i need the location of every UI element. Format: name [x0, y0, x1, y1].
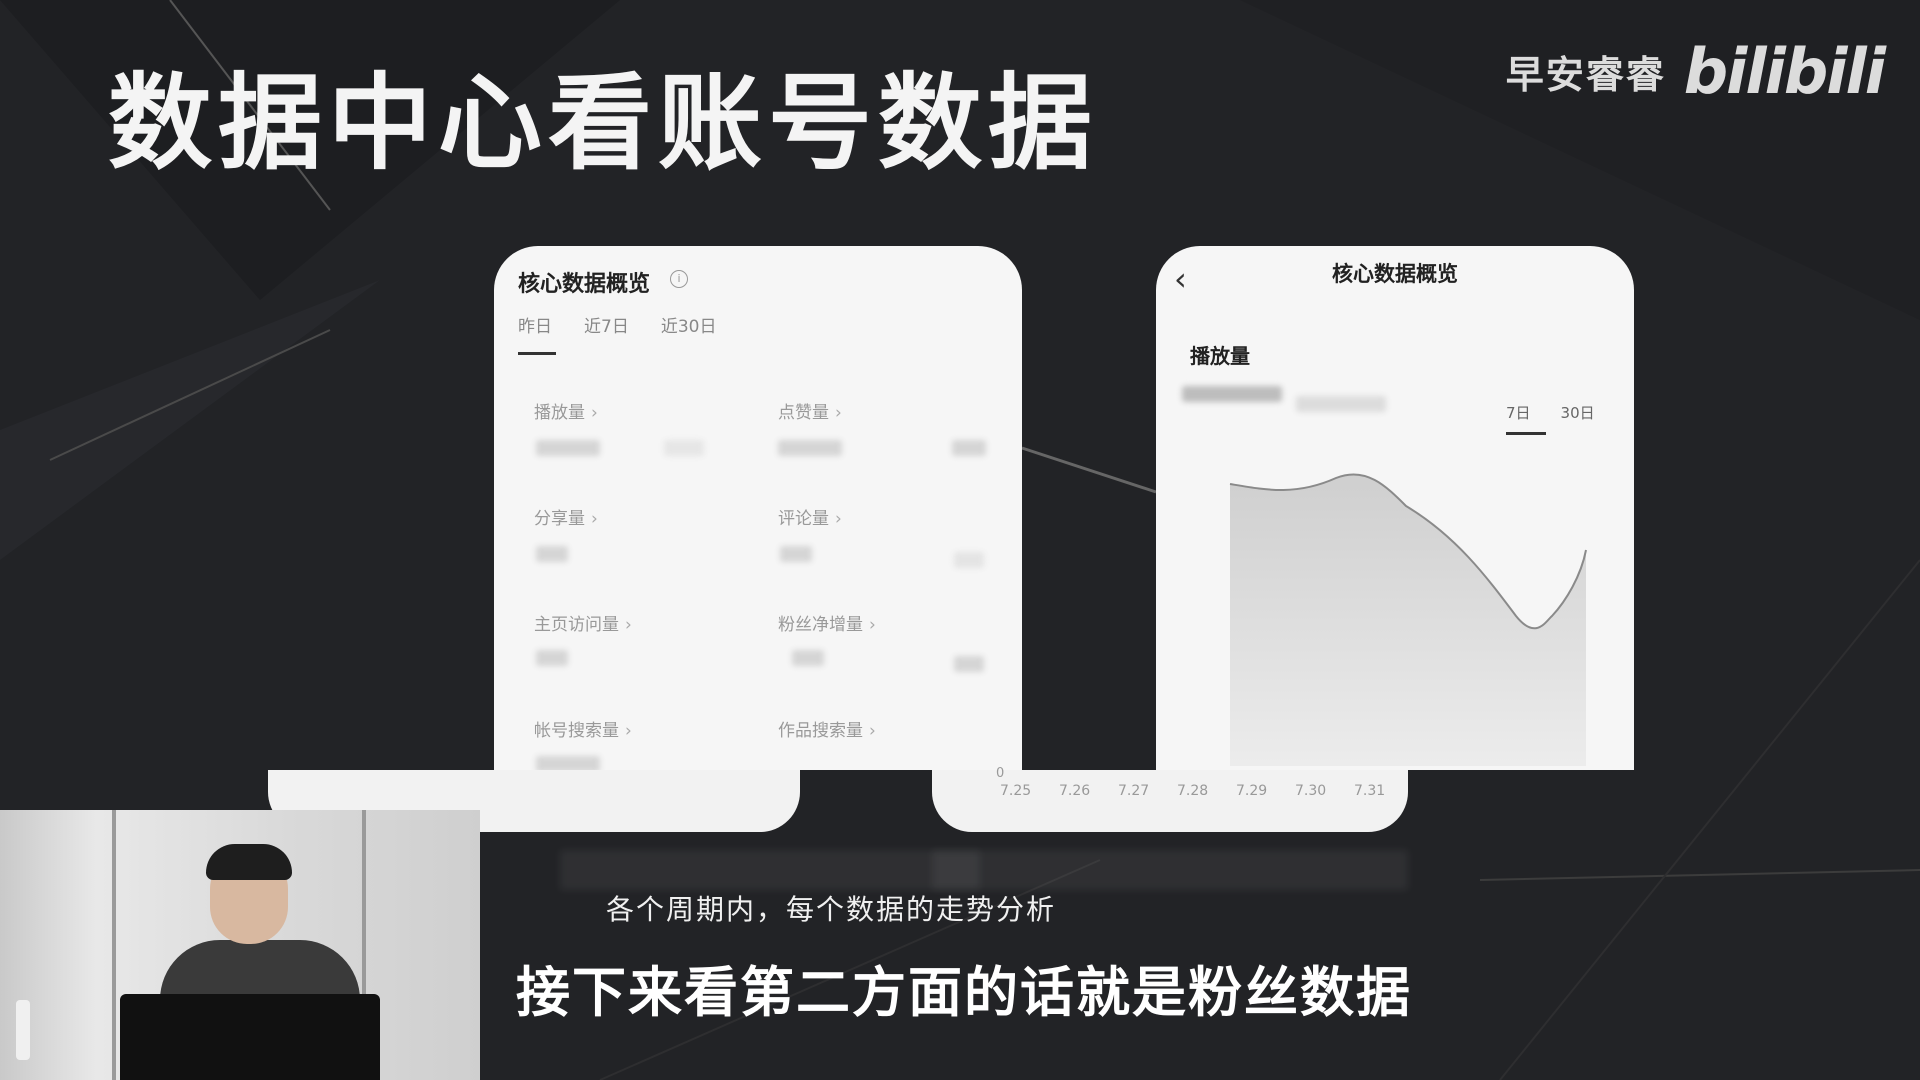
- blurred-value: [954, 552, 984, 568]
- blurred-value: [664, 440, 704, 456]
- metric-label: 点赞量: [778, 403, 829, 423]
- metric-likes[interactable]: 点赞量 ›: [778, 398, 842, 423]
- metric-label: 主页访问量: [534, 615, 619, 635]
- info-circle-icon[interactable]: i: [670, 270, 688, 288]
- x-tick-label: 7.25: [1000, 783, 1032, 799]
- left-phone-screen: 核心数据概览 i 昨日 近7日 近30日 播放量 › 点赞量 › 分享量 › 评论量 ›…: [494, 246, 1022, 770]
- chevron-right-icon: ›: [625, 721, 632, 741]
- presenter-hair: [206, 844, 292, 880]
- chevron-right-icon: ›: [835, 509, 842, 529]
- metric-label: 粉丝净增量: [778, 615, 863, 635]
- metric-label: 帐号搜索量: [534, 721, 619, 741]
- tab-yesterday[interactable]: 昨日: [518, 312, 552, 337]
- wall-panel: [112, 810, 116, 1080]
- blurred-value: [1182, 386, 1282, 402]
- card-reflection: [560, 850, 980, 890]
- period-tabs: 昨日 近7日 近30日: [518, 312, 716, 337]
- blurred-value: [536, 440, 600, 456]
- metric-shares[interactable]: 分享量 ›: [534, 504, 598, 529]
- active-tab-indicator: [518, 352, 556, 355]
- plays-trend-chart: [1229, 473, 1587, 766]
- plays-label: 播放量: [1190, 344, 1250, 368]
- metric-label: 分享量: [534, 509, 585, 529]
- screen-title: 核心数据概览: [1332, 262, 1458, 286]
- trend-area: [1230, 474, 1586, 766]
- bilibili-logo: bilibili: [1683, 34, 1886, 108]
- blurred-value: [536, 650, 568, 666]
- blurred-value: [792, 650, 824, 666]
- chevron-right-icon: ›: [591, 509, 598, 529]
- blurred-value: [780, 546, 812, 562]
- chevron-right-icon: ›: [869, 721, 876, 741]
- x-axis-labels: 7.25 7.26 7.27 7.28 7.29 7.30 7.31: [1000, 783, 1413, 799]
- subtitle-large: 接下来看第二方面的话就是粉丝数据: [516, 961, 1412, 1024]
- metric-label: 评论量: [778, 509, 829, 529]
- x-tick-label: 7.28: [1177, 783, 1209, 799]
- metric-label: 播放量: [534, 403, 585, 423]
- metric-net-followers[interactable]: 粉丝净增量 ›: [778, 610, 876, 635]
- laptop: [120, 994, 380, 1080]
- x-tick-label: 7.30: [1295, 783, 1327, 799]
- tab-30-days[interactable]: 30日: [1561, 402, 1595, 423]
- brand: 早安睿睿 bilibili: [1505, 34, 1886, 108]
- x-tick-label: 7.26: [1059, 783, 1091, 799]
- x-tick-label: 7.27: [1118, 783, 1150, 799]
- blurred-value: [954, 656, 984, 672]
- metric-plays[interactable]: 播放量 ›: [534, 398, 598, 423]
- right-phone-screen: ‹ 核心数据概览 播放量 7日 30日: [1156, 246, 1634, 770]
- presenter-webcam: [0, 810, 480, 1080]
- blurred-value: [1296, 396, 1386, 412]
- active-tab-indicator: [1506, 432, 1546, 435]
- metric-work-searches[interactable]: 作品搜索量 ›: [778, 716, 876, 741]
- y-axis-zero: 0: [996, 766, 1005, 781]
- metric-comments[interactable]: 评论量 ›: [778, 504, 842, 529]
- x-tick-label: 7.29: [1236, 783, 1268, 799]
- blurred-value: [952, 440, 986, 456]
- card-reflection: [932, 850, 1408, 890]
- metric-profile-visits[interactable]: 主页访问量 ›: [534, 610, 632, 635]
- x-tick-label: 7.31: [1354, 783, 1386, 799]
- blurred-value: [778, 440, 842, 456]
- range-tabs: 7日 30日: [1506, 402, 1595, 423]
- subtitle-small: 各个周期内，每个数据的走势分析: [606, 893, 1057, 926]
- tab-7-days[interactable]: 近7日: [584, 312, 629, 337]
- chevron-right-icon: ›: [869, 615, 876, 635]
- metric-label: 作品搜索量: [778, 721, 863, 741]
- chevron-right-icon: ›: [835, 403, 842, 423]
- metric-account-searches[interactable]: 帐号搜索量 ›: [534, 716, 632, 741]
- bottle: [16, 1000, 30, 1060]
- blurred-value: [536, 756, 600, 770]
- core-data-title: 核心数据概览: [518, 272, 651, 297]
- chevron-right-icon: ›: [625, 615, 632, 635]
- tab-7-days[interactable]: 7日: [1506, 402, 1531, 423]
- page-title: 数据中心看账号数据: [108, 62, 1099, 184]
- tab-30-days[interactable]: 近30日: [661, 312, 717, 337]
- blurred-value: [536, 546, 568, 562]
- brand-name: 早安睿睿: [1505, 52, 1666, 97]
- chevron-right-icon: ›: [591, 403, 598, 423]
